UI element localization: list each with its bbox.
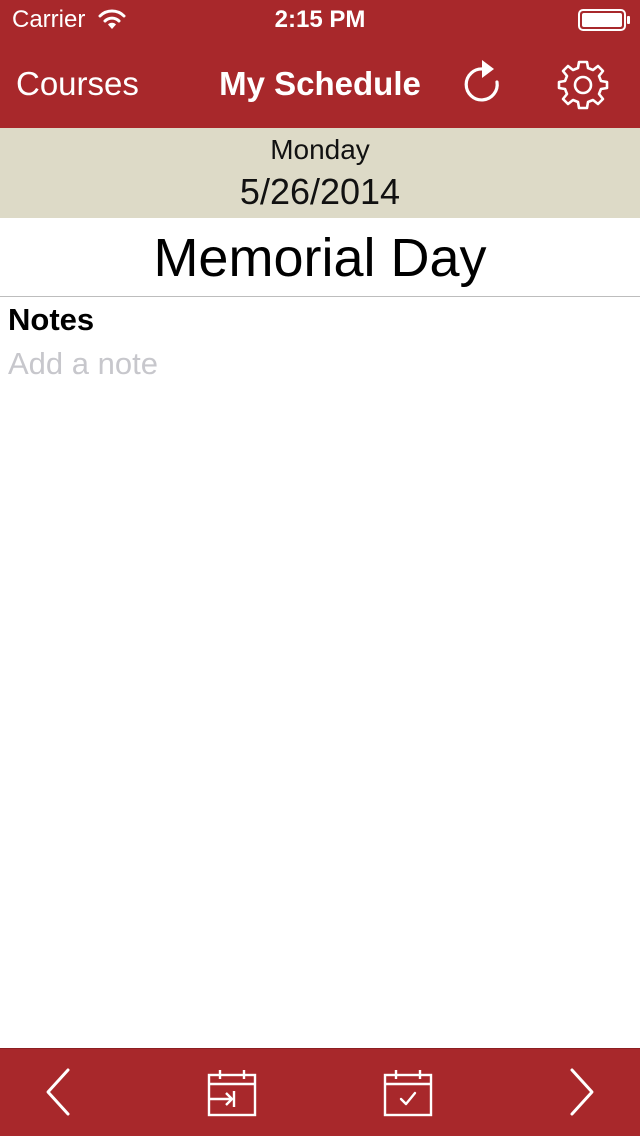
status-bar: Carrier 2:15 PM bbox=[0, 0, 640, 40]
bottom-toolbar bbox=[0, 1048, 640, 1136]
refresh-icon[interactable] bbox=[458, 56, 508, 110]
notes-input[interactable] bbox=[8, 340, 628, 388]
page-title: My Schedule bbox=[219, 65, 421, 102]
schedule-screen: Carrier 2:15 PM Courses My Schedule Mond… bbox=[0, 0, 640, 1136]
chevron-left-icon[interactable] bbox=[38, 1066, 78, 1118]
notes-label: Notes bbox=[8, 302, 95, 337]
date-value: 5/26/2014 bbox=[239, 171, 401, 212]
divider bbox=[0, 296, 640, 297]
calendar-check-icon[interactable] bbox=[382, 1068, 434, 1118]
calendar-jump-icon[interactable] bbox=[206, 1068, 258, 1118]
status-time: 2:15 PM bbox=[274, 6, 366, 33]
day-name: Monday bbox=[270, 134, 370, 165]
battery-icon bbox=[578, 8, 632, 32]
navigation-bar: Courses My Schedule bbox=[0, 40, 640, 128]
gear-icon[interactable] bbox=[556, 58, 610, 112]
courses-button[interactable]: Courses bbox=[16, 64, 139, 104]
toolbar-divider bbox=[0, 1048, 640, 1049]
date-header: Monday 5/26/2014 bbox=[0, 128, 640, 218]
event-title: Memorial Day bbox=[153, 228, 487, 288]
chevron-right-icon[interactable] bbox=[562, 1066, 602, 1118]
top-bar: Carrier 2:15 PM Courses My Schedule bbox=[0, 0, 640, 128]
